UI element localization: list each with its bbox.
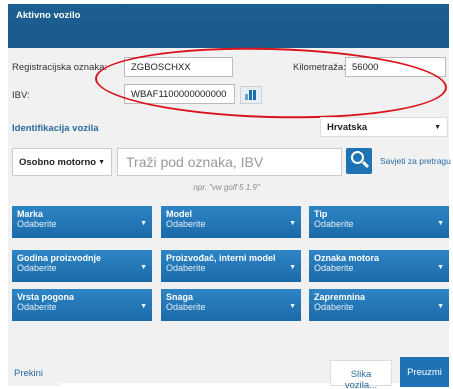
filter-power[interactable]: Snaga Odaberite ▼ [161, 289, 301, 321]
vin-scan-icon [245, 90, 257, 103]
chevron-down-icon: ▼ [140, 220, 147, 227]
chevron-down-icon: ▼ [437, 220, 444, 227]
chevron-down-icon: ▼ [140, 264, 147, 271]
chevron-down-icon: ▼ [289, 264, 296, 271]
filter-engine-code[interactable]: Oznaka motora Odaberite ▼ [309, 250, 449, 282]
category-value: Osobno motorno [19, 157, 97, 168]
window-title: Aktivno vozilo [16, 10, 81, 21]
search-hint: npr. "vw golf 5 1.9" [193, 183, 260, 192]
mileage-label: Kilometraža: [293, 62, 346, 73]
vehicle-image-button[interactable]: Slika vozila... [330, 360, 392, 389]
mileage-input[interactable]: 56000 [345, 57, 446, 77]
filter-drive-type[interactable]: Vrsta pogona Odaberite ▼ [12, 289, 152, 321]
vehicle-category-select[interactable]: Osobno motorno ▼ [12, 148, 112, 176]
window-title-bar: Aktivno vozilo [8, 4, 449, 48]
chevron-down-icon: ▼ [289, 303, 296, 310]
search-button[interactable] [346, 148, 372, 174]
chevron-down-icon: ▼ [434, 124, 441, 131]
registration-input[interactable]: ZGBOSCHXX [124, 57, 233, 77]
vin-label: IBV: [12, 90, 30, 101]
filter-displacement[interactable]: Zapremnina Odaberite ▼ [309, 289, 449, 321]
filter-make[interactable]: Marka Odaberite ▼ [12, 206, 152, 238]
chevron-down-icon: ▼ [437, 303, 444, 310]
registration-label: Registracijska oznaka: [12, 62, 108, 73]
identification-title: Identifikacija vozila [12, 123, 99, 134]
take-button[interactable]: Preuzmi [400, 357, 449, 387]
country-select[interactable]: Hrvatska ▼ [320, 117, 448, 137]
chevron-down-icon: ▼ [98, 159, 105, 166]
vin-decode-button[interactable] [240, 86, 262, 104]
filter-type[interactable]: Tip Odaberite ▼ [309, 206, 449, 238]
chevron-down-icon: ▼ [289, 220, 296, 227]
country-value: Hrvatska [327, 122, 368, 133]
search-tips-link[interactable]: Savjeti za pretragu [380, 156, 451, 166]
cancel-button[interactable]: Prekini [8, 360, 60, 386]
vehicle-search-input[interactable]: Traži pod oznaka, IBV [117, 148, 342, 176]
chevron-down-icon: ▼ [140, 303, 147, 310]
filter-production-year[interactable]: Godina proizvodnje Odaberite ▼ [12, 250, 152, 282]
filter-model[interactable]: Model Odaberite ▼ [161, 206, 301, 238]
vin-input[interactable]: WBAF1100000000000 [124, 84, 235, 104]
filter-manufacturer-model[interactable]: Proizvođač, interni model Odaberite ▼ [161, 250, 301, 282]
chevron-down-icon: ▼ [437, 264, 444, 271]
